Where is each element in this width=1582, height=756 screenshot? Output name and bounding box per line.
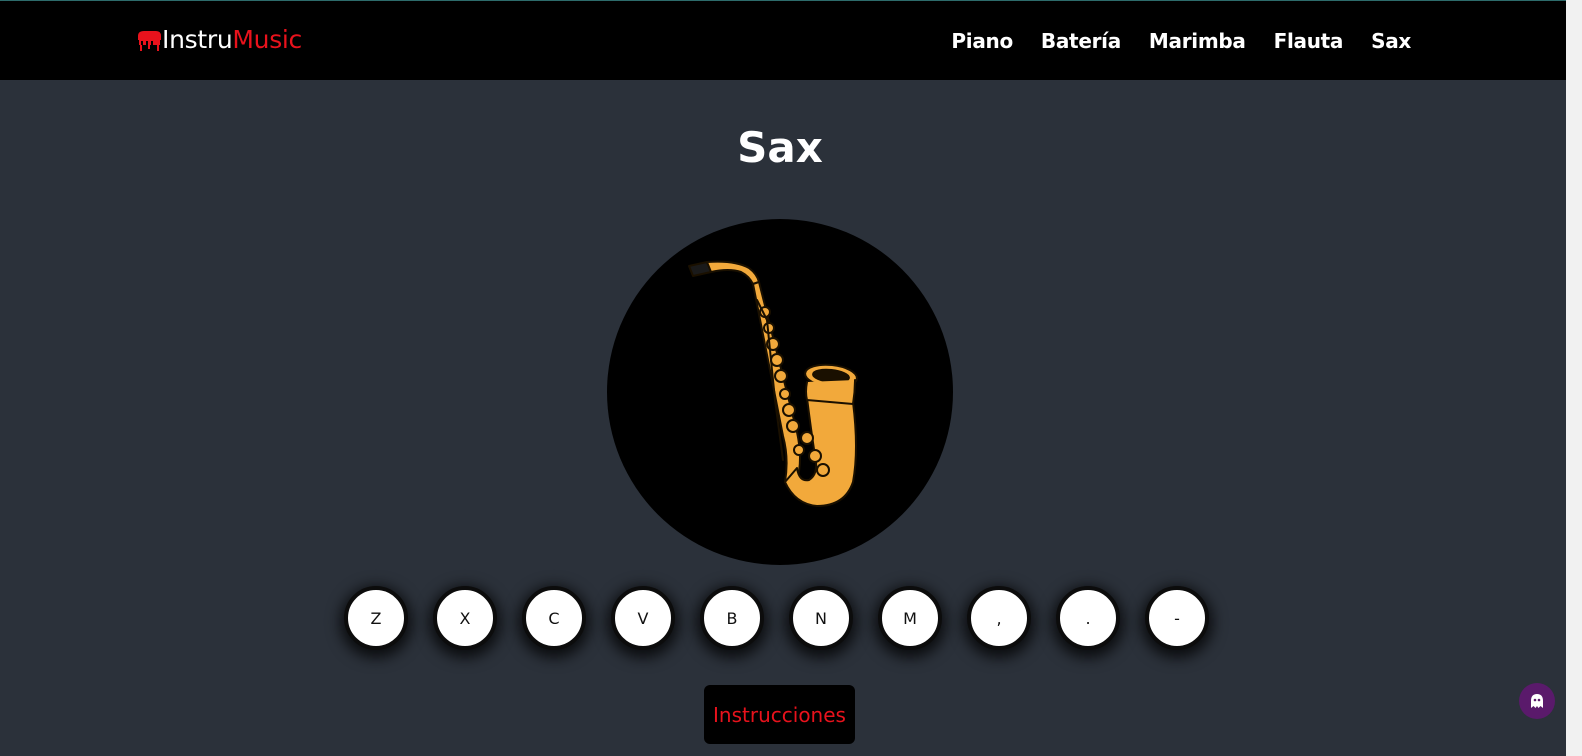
- key-b-button[interactable]: B: [700, 586, 764, 650]
- key-dash-button[interactable]: -: [1145, 586, 1209, 650]
- nav-link-bateria[interactable]: Batería: [1041, 29, 1121, 53]
- nav-menu: Piano Batería Marimba Flauta Sax: [951, 29, 1411, 53]
- instructions-button[interactable]: Instrucciones: [704, 685, 855, 744]
- saxophone-icon: [685, 260, 875, 524]
- page-scrollbar[interactable]: [1566, 0, 1582, 756]
- key-n-button[interactable]: N: [789, 586, 853, 650]
- navbar: Instru Music Piano Batería Marimba Flauta…: [0, 0, 1566, 80]
- page-title: Sax: [737, 123, 823, 172]
- nav-link-piano[interactable]: Piano: [951, 29, 1013, 53]
- logo-text-music: Music: [232, 25, 303, 54]
- key-c-button[interactable]: C: [522, 586, 586, 650]
- nav-link-sax[interactable]: Sax: [1371, 29, 1411, 53]
- piano-logo-icon: [136, 27, 162, 53]
- key-v-button[interactable]: V: [611, 586, 675, 650]
- instrument-display: [607, 219, 953, 565]
- key-x-button[interactable]: X: [433, 586, 497, 650]
- nav-link-flauta[interactable]: Flauta: [1274, 29, 1344, 53]
- logo-text-instru: Instru: [162, 25, 233, 54]
- nav-link-marimba[interactable]: Marimba: [1149, 29, 1246, 53]
- key-comma-button[interactable]: ,: [967, 586, 1031, 650]
- key-period-button[interactable]: .: [1056, 586, 1120, 650]
- key-m-button[interactable]: M: [878, 586, 942, 650]
- sax-keys: Z X C V B N M , . -: [344, 586, 1209, 650]
- site-logo[interactable]: Instru Music: [136, 25, 302, 54]
- key-z-button[interactable]: Z: [344, 586, 408, 650]
- assistant-ghost-icon[interactable]: [1519, 683, 1555, 719]
